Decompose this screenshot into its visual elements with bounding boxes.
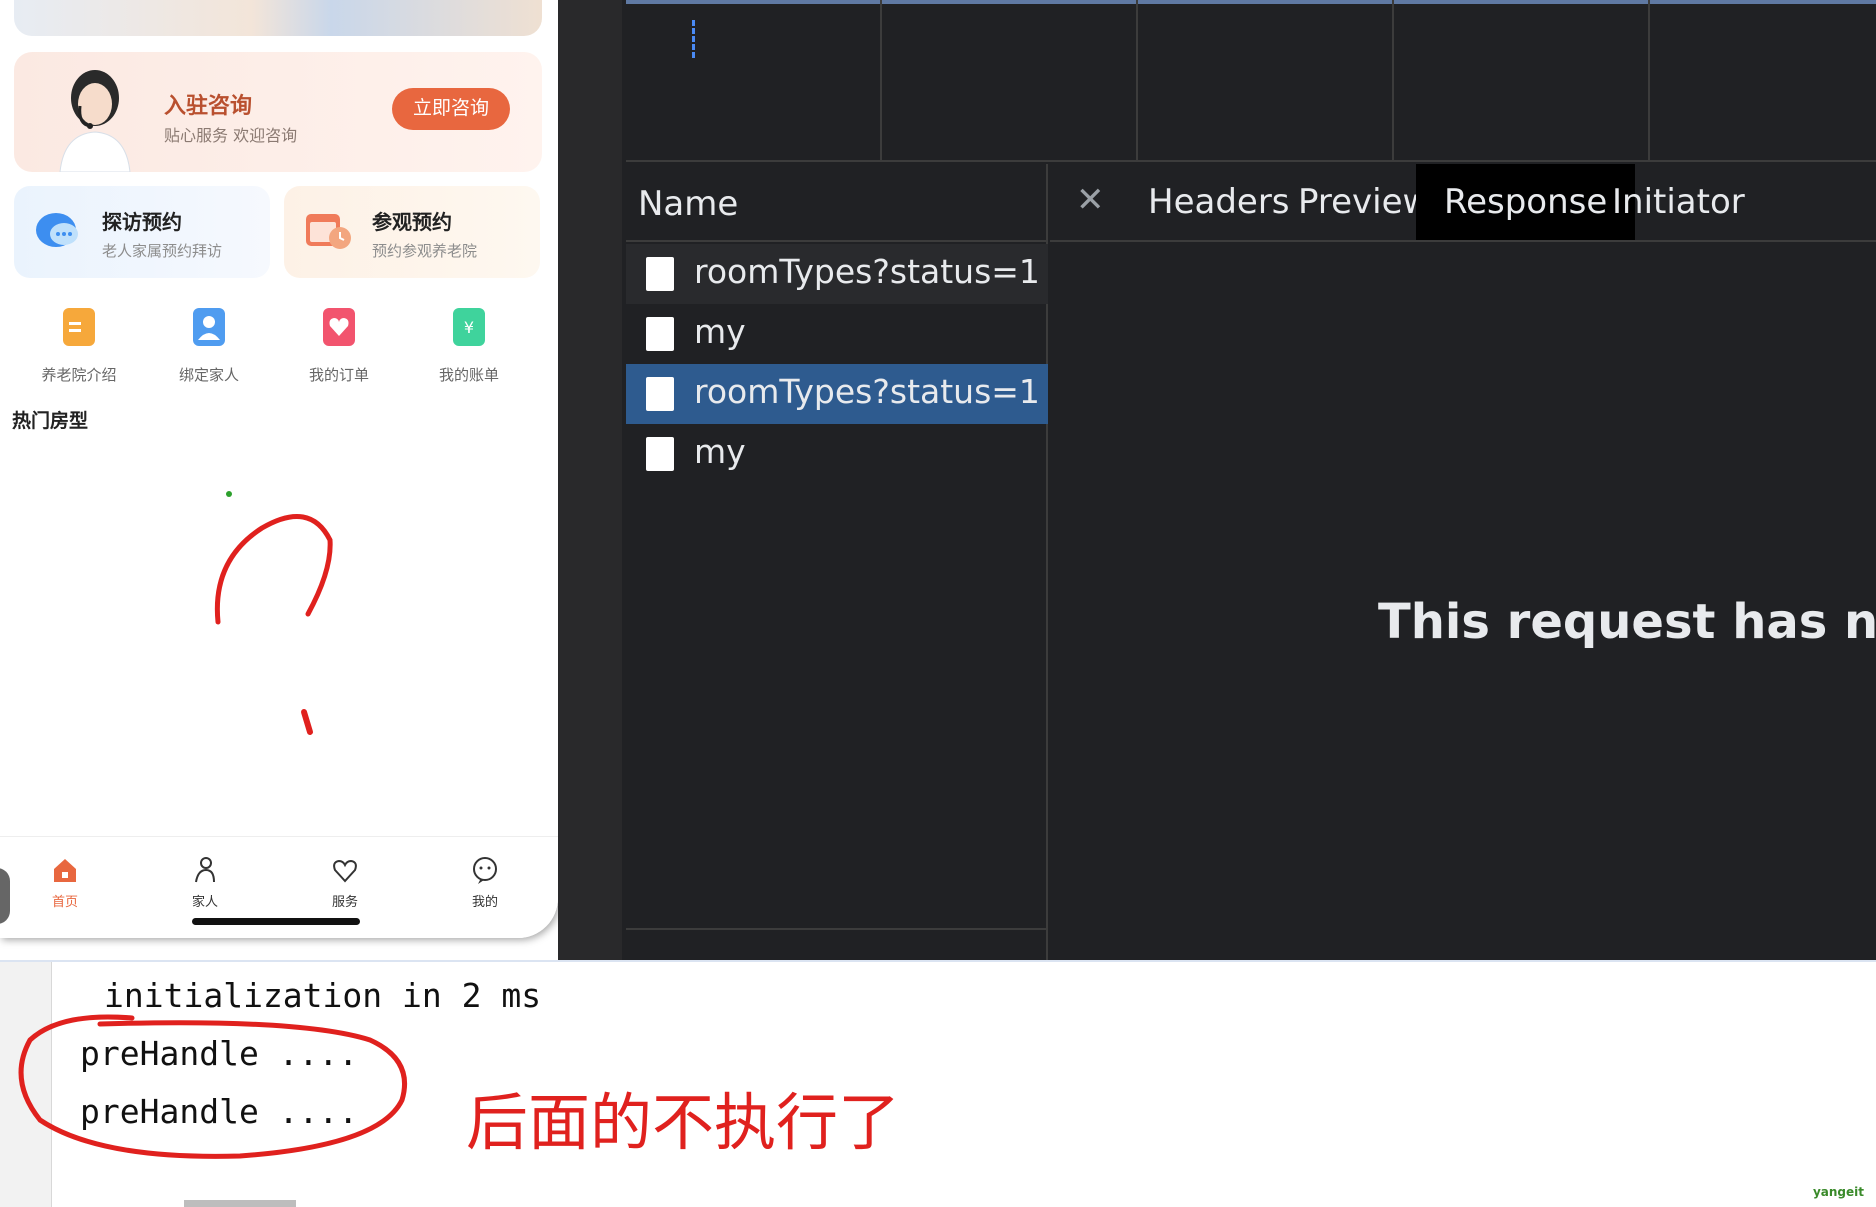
consult-banner[interactable]: 入驻咨询 贴心服务 欢迎咨询 立即咨询 [14, 52, 542, 172]
console-log-line: preHandle .... [80, 1034, 359, 1073]
file-icon [646, 377, 674, 411]
waterfall-divider [1392, 0, 1394, 162]
request-row[interactable]: my [626, 304, 1048, 364]
quick-action-nursing-home-intro[interactable]: 养老院介绍 [14, 306, 144, 385]
detail-tab-bar: ✕ Headers Preview Response Initiator [1050, 164, 1876, 242]
request-name: roomTypes?status=1 [694, 372, 1040, 411]
quick-action-label: 绑定家人 [178, 366, 239, 384]
waterfall-divider [880, 0, 882, 162]
file-icon [646, 437, 674, 471]
quick-action-label: 我的账单 [438, 366, 499, 384]
request-name: my [694, 312, 746, 351]
tab-label: 首页 [51, 895, 78, 910]
quick-action-bind-family[interactable]: 绑定家人 [144, 306, 274, 385]
heart-card-icon [323, 308, 355, 346]
quick-action-my-bills[interactable]: ¥ 我的账单 [404, 306, 534, 385]
chat-bubble-icon [36, 213, 78, 247]
request-row[interactable]: my [626, 424, 1048, 484]
home-indicator [192, 918, 360, 925]
consult-subtitle: 贴心服务 欢迎咨询 [164, 126, 298, 145]
smile-face-icon [473, 857, 497, 884]
network-waterfall[interactable] [626, 0, 1876, 162]
quick-action-label: 养老院介绍 [41, 366, 117, 384]
quick-action-label: 我的订单 [308, 366, 369, 384]
mini-program-phone: 入驻咨询 贴心服务 欢迎咨询 立即咨询 探访预约 老人家属预约拜访 参观预约 预… [0, 0, 558, 938]
tab-services[interactable]: 服务 [300, 855, 390, 910]
console-log-line: initialization in 2 ms [104, 976, 542, 1015]
tour-appointment-card[interactable]: 参观预约 预约参观养老院 [284, 186, 540, 278]
family-icon [195, 857, 215, 883]
file-icon [646, 257, 674, 291]
home-icon [54, 859, 76, 882]
floating-side-button[interactable] [0, 868, 10, 924]
card-title: 参观预约 [372, 210, 452, 234]
request-list: Name roomTypes?status=1 my roomTypes?sta… [626, 164, 1048, 960]
svg-text:¥: ¥ [464, 318, 474, 337]
waterfall-timeline-bar [626, 0, 1876, 4]
watermark: yangeit [1812, 1185, 1864, 1199]
name-header-label: Name [638, 184, 739, 224]
consult-now-button[interactable]: 立即咨询 [392, 88, 510, 130]
tab-label: 家人 [191, 895, 218, 910]
network-status-bar [626, 928, 1048, 960]
hot-room-types-title: 热门房型 [12, 410, 89, 432]
banner-image[interactable] [14, 0, 542, 36]
horizontal-scrollbar[interactable] [184, 1200, 296, 1207]
request-detail-pane: ✕ Headers Preview Response Initiator Thi… [1050, 164, 1876, 960]
waterfall-marker [692, 20, 695, 58]
tab-label: 服务 [331, 895, 358, 910]
devtools-network-panel: Name roomTypes?status=1 my roomTypes?sta… [558, 0, 1876, 960]
consult-title: 入驻咨询 [164, 94, 253, 119]
file-icon [646, 317, 674, 351]
request-row[interactable]: roomTypes?status=1 [626, 244, 1048, 304]
request-row-selected[interactable]: roomTypes?status=1 [626, 364, 1048, 424]
yuan-bill-icon: ¥ [453, 308, 485, 346]
document-icon [63, 308, 95, 346]
card-title: 探访预约 [102, 210, 182, 234]
close-icon[interactable]: ✕ [1076, 180, 1105, 220]
tab-label: 我的 [471, 895, 498, 910]
quick-action-my-orders[interactable]: 我的订单 [274, 306, 404, 385]
card-subtitle: 预约参观养老院 [372, 242, 478, 260]
user-card-icon [193, 308, 225, 346]
tab-initiator[interactable]: Initiator [1584, 164, 1773, 240]
card-subtitle: 老人家属预约拜访 [102, 242, 223, 260]
waterfall-divider [1648, 0, 1650, 162]
customer-service-agent-icon [59, 70, 131, 172]
handwritten-annotation: 后面的不执行了 [466, 1086, 901, 1159]
console-log-line: preHandle .... [80, 1092, 359, 1131]
request-name: my [694, 432, 746, 471]
heart-hands-icon [333, 859, 357, 883]
name-column-header[interactable]: Name [626, 164, 1048, 242]
visit-appointment-card[interactable]: 探访预约 老人家属预约拜访 [14, 186, 270, 278]
waterfall-divider [1136, 0, 1138, 162]
devtools-gutter [558, 0, 622, 960]
request-name: roomTypes?status=1 [694, 252, 1040, 291]
no-response-message: This request has nc [1378, 594, 1876, 650]
tab-mine[interactable]: 我的 [440, 855, 530, 910]
tab-family[interactable]: 家人 [160, 855, 250, 910]
calendar-clock-icon [306, 214, 351, 249]
tab-home[interactable]: 首页 [20, 855, 110, 910]
console-gutter [0, 962, 52, 1207]
